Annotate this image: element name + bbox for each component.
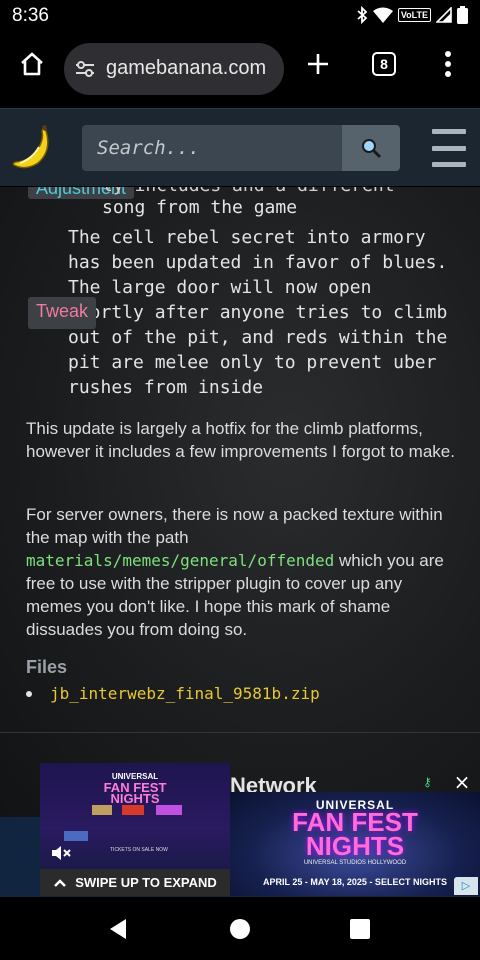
wifi-icon [372, 7, 393, 23]
ad-dates: APRIL 25 - MAY 18, 2025 - SELECT NIGHTS [263, 877, 447, 887]
volte-badge: VoLTE [397, 8, 431, 22]
chevron-up-icon [54, 878, 67, 887]
event-logos-icon [92, 805, 182, 815]
search-button[interactable] [342, 125, 400, 171]
battery-icon [457, 6, 468, 24]
status-bar: 8:36 VoLTE [0, 0, 480, 32]
article-content: Adjustment ly includes and a different s… [0, 187, 480, 817]
recents-icon[interactable] [348, 917, 372, 941]
files-heading: Files [26, 657, 68, 677]
swipe-label: SWIPE UP TO EXPAND [75, 875, 217, 890]
browser-toolbar: gamebanana.com 8 [0, 32, 480, 108]
ad-location: UNIVERSAL STUDIOS HOLLYWOOD [303, 860, 407, 866]
search-input[interactable] [82, 125, 342, 171]
site-header [0, 108, 480, 186]
bluetooth-icon [357, 6, 368, 24]
server-owner-paragraph: For server owners, there is now a packed… [26, 503, 456, 641]
browser-menu-button[interactable] [430, 46, 466, 82]
texture-path-code: materials/memes/general/offended [26, 551, 335, 570]
file-list-item: jb_interwebz_final_9581b.zip [26, 684, 320, 703]
site-menu-button[interactable] [432, 129, 466, 167]
mute-icon[interactable] [50, 843, 74, 863]
update-paragraph: This update is largely a hotfix for the … [26, 419, 455, 461]
ad-left-title: UNIVERSAL FAN FEST NIGHTS [100, 771, 170, 805]
tweak-badge: Tweak [28, 297, 97, 329]
home-button[interactable] [14, 46, 50, 82]
new-tab-button[interactable] [300, 46, 336, 82]
banana-logo-icon[interactable] [8, 123, 56, 171]
search-box[interactable] [82, 125, 342, 171]
swipe-up-expand-button[interactable]: SWIPE UP TO EXPAND [40, 869, 230, 896]
tab-count: 8 [372, 52, 396, 76]
section-divider [0, 732, 480, 733]
tweak-change-text: The cell rebel secret into armory has be… [68, 227, 448, 398]
home-circle-icon[interactable] [228, 917, 252, 941]
paragraph-text: For server owners, there is now a packed… [26, 505, 443, 547]
ad-close-button[interactable]: × [452, 770, 472, 794]
bullet [26, 690, 32, 697]
status-icons: VoLTE [356, 6, 468, 24]
file-download-link[interactable]: jb_interwebz_final_9581b.zip [50, 684, 320, 703]
more-vert-icon [445, 51, 451, 77]
back-icon[interactable] [106, 917, 130, 941]
search-icon [362, 139, 382, 159]
system-nav-bar [0, 897, 480, 960]
ad-expandable-panel[interactable]: UNIVERSAL FAN FEST NIGHTS TICKETS ON SAL… [40, 763, 230, 896]
site-settings-icon[interactable] [74, 59, 96, 79]
menu-bar [432, 129, 466, 134]
ad-title-right: FAN FEST NIGHTS [230, 809, 480, 861]
menu-bar [432, 162, 466, 167]
home-icon [21, 52, 43, 76]
logo-strip-icon [64, 831, 88, 841]
plus-icon [308, 54, 328, 74]
address-bar[interactable]: gamebanana.com [64, 43, 284, 95]
status-time: 8:36 [12, 5, 49, 26]
menu-bar [432, 145, 466, 151]
adchoices-icon[interactable]: ▷ [454, 877, 478, 895]
tab-switcher-button[interactable]: 8 [366, 46, 402, 82]
ad-title-right-2: NIGHTS [305, 831, 405, 861]
previous-change-text-end: song from the game [102, 197, 298, 218]
ad-tickets-text: TICKETS ON SALE NOW [110, 847, 168, 853]
signal-icon [436, 7, 452, 23]
url-text[interactable]: gamebanana.com [106, 57, 266, 80]
ad-key-icon: ⚷ [423, 775, 432, 789]
ad-banner-creative[interactable]: UNIVERSAL FAN FEST NIGHTS UNIVERSAL STUD… [230, 792, 480, 896]
